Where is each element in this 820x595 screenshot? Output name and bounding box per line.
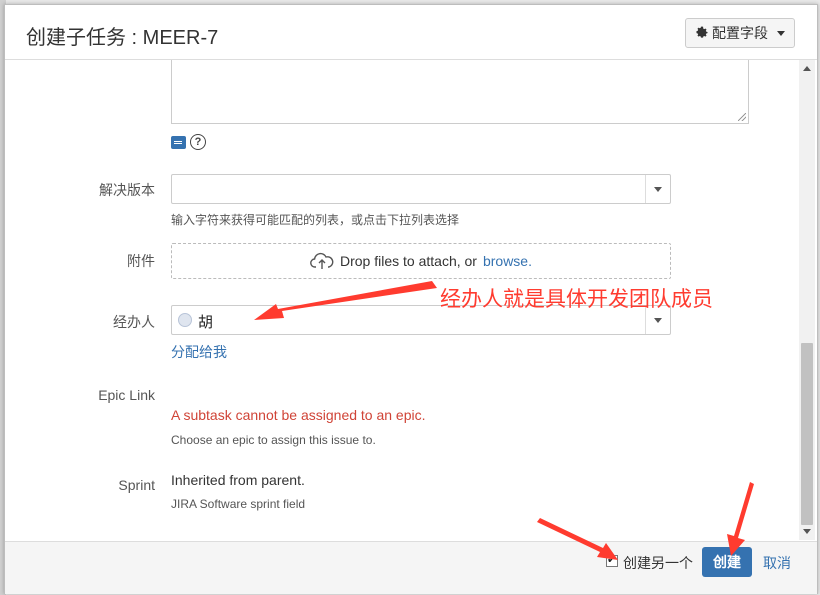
epic-link-error: A subtask cannot be assigned to an epic. [171, 407, 426, 423]
dialog-scrollbar[interactable] [799, 60, 815, 540]
avatar-icon [178, 313, 192, 327]
configure-fields-label: 配置字段 [712, 25, 768, 41]
fix-version-select[interactable] [171, 174, 671, 204]
description-textarea[interactable] [171, 60, 749, 124]
scroll-down-arrow-icon[interactable] [803, 529, 811, 534]
epic-link-label: Epic Link [98, 387, 155, 403]
annotation-text: 经办人就是具体开发团队成员 [440, 288, 713, 311]
attachment-dropzone[interactable]: Drop files to attach, or browse. [171, 243, 671, 279]
sprint-hint: JIRA Software sprint field [171, 497, 306, 511]
assignee-label: 经办人 [113, 314, 155, 330]
gear-icon [696, 26, 708, 38]
sprint-label: Sprint [118, 477, 155, 493]
epic-link-hint: Choose an epic to assign this issue to. [171, 433, 376, 447]
scroll-up-arrow-icon[interactable] [803, 66, 811, 71]
fix-version-label: 解决版本 [99, 182, 155, 198]
help-icon[interactable]: ? [190, 134, 206, 150]
attachment-label: 附件 [127, 253, 155, 269]
cancel-link[interactable]: 取消 [763, 553, 791, 573]
create-button[interactable]: 创建 [702, 547, 752, 577]
dialog-header: 创建子任务 : MEER-7 配置字段 [5, 5, 817, 60]
caret-down-icon [777, 30, 785, 36]
scroll-thumb[interactable] [801, 343, 813, 525]
chevron-down-icon[interactable] [645, 175, 670, 203]
fix-version-hint: 输入字符来获得可能匹配的列表，或点击下拉列表选择 [171, 213, 460, 227]
browse-link[interactable]: browse. [483, 253, 532, 269]
resize-grip-icon[interactable] [738, 113, 746, 121]
upload-cloud-icon [310, 252, 334, 269]
assignee-value: 胡 [198, 314, 214, 331]
dialog-footer [5, 541, 817, 594]
dropzone-text: Drop files to attach, or [340, 253, 477, 269]
dialog-title: 创建子任务 : MEER-7 [26, 27, 219, 49]
assign-to-me-link[interactable]: 分配给我 [171, 342, 227, 362]
sprint-value: Inherited from parent. [171, 472, 305, 488]
create-another-label[interactable]: 创建另一个 [623, 553, 693, 573]
configure-fields-button[interactable]: 配置字段 [685, 18, 795, 48]
document-icon[interactable] [171, 136, 186, 149]
create-another-checkbox[interactable] [606, 553, 618, 567]
